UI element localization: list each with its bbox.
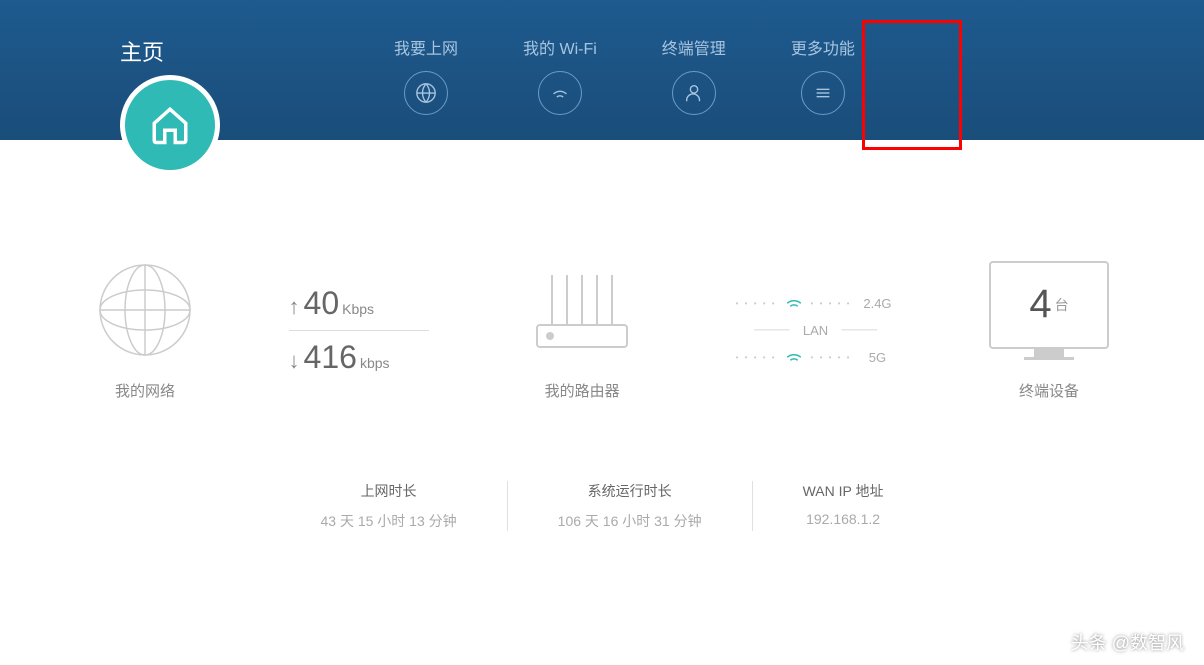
- nav-more-label: 更多功能: [791, 35, 855, 59]
- nav-home-label: 主页: [120, 35, 164, 67]
- device-count: 4: [1029, 282, 1051, 327]
- uptime-value: 43 天 15 小时 13 分钟: [320, 511, 456, 531]
- globe-icon: [404, 71, 448, 115]
- nav-more[interactable]: 更多功能: [791, 35, 855, 115]
- nav-devices[interactable]: 终端管理: [662, 35, 726, 115]
- wanip-title: WAN IP 地址: [803, 481, 884, 501]
- band-5g: • • • • • • • • • • 5G: [736, 350, 896, 365]
- watermark-text: 头条 @数智风: [1071, 629, 1184, 655]
- upload-value: 40: [304, 285, 340, 322]
- home-icon: [149, 104, 191, 146]
- band-24g: • • • • • • • • • • 2.4G: [736, 296, 896, 311]
- device-label: 终端设备: [1019, 380, 1079, 401]
- stat-uptime: 上网时长 43 天 15 小时 13 分钟: [270, 481, 506, 531]
- up-arrow-icon: ↑: [289, 294, 300, 320]
- nav-home[interactable]: 主页: [120, 35, 164, 82]
- user-icon: [672, 71, 716, 115]
- download-unit: kbps: [360, 355, 390, 371]
- highlight-annotation: [862, 20, 962, 150]
- home-icon-circle[interactable]: [120, 75, 220, 175]
- stats-bar: 上网时长 43 天 15 小时 13 分钟 系统运行时长 106 天 16 小时…: [95, 481, 1109, 531]
- stat-wanip: WAN IP 地址 192.168.1.2: [752, 481, 934, 531]
- network-globe-icon: [95, 260, 195, 360]
- wifi-signal-icon: [785, 351, 803, 365]
- uptime-title: 上网时长: [320, 481, 456, 501]
- monitor-icon: 4 台: [989, 261, 1109, 349]
- network-label: 我的网络: [115, 380, 175, 401]
- wifi-icon: [538, 71, 582, 115]
- download-value: 416: [304, 339, 357, 376]
- main-content: 我的网络 ↑ 40 Kbps ↓ 416 kbps 我的路: [0, 140, 1204, 665]
- nav-internet[interactable]: 我要上网: [394, 35, 458, 115]
- download-speed: ↓ 416 kbps: [289, 331, 429, 384]
- menu-icon: [801, 71, 845, 115]
- band-lan: ───── LAN ─────: [754, 323, 877, 338]
- nav-wifi-label: 我的 Wi-Fi: [523, 35, 597, 59]
- wanip-value: 192.168.1.2: [803, 511, 884, 527]
- nav-devices-label: 终端管理: [662, 35, 726, 59]
- runtime-value: 106 天 16 小时 31 分钟: [558, 511, 702, 531]
- router-label: 我的路由器: [545, 380, 620, 401]
- dashboard-cards: 我的网络 ↑ 40 Kbps ↓ 416 kbps 我的路: [95, 260, 1109, 401]
- stat-runtime: 系统运行时长 106 天 16 小时 31 分钟: [507, 481, 752, 531]
- bands-card[interactable]: • • • • • • • • • • 2.4G ───── LAN ─────…: [736, 296, 896, 365]
- device-unit: 台: [1055, 295, 1069, 315]
- wifi-signal-icon: [785, 297, 803, 311]
- down-arrow-icon: ↓: [289, 348, 300, 374]
- network-card[interactable]: 我的网络: [95, 260, 195, 401]
- nav-internet-label: 我要上网: [394, 35, 458, 59]
- device-card[interactable]: 4 台 终端设备: [989, 261, 1109, 401]
- router-icon: [522, 260, 642, 360]
- speed-card[interactable]: ↑ 40 Kbps ↓ 416 kbps: [289, 277, 429, 384]
- router-card[interactable]: 我的路由器: [522, 260, 642, 401]
- upload-speed: ↑ 40 Kbps: [289, 277, 429, 331]
- runtime-title: 系统运行时长: [558, 481, 702, 501]
- nav-wifi[interactable]: 我的 Wi-Fi: [523, 35, 597, 115]
- upload-unit: Kbps: [342, 301, 374, 317]
- header-nav: 主页 我要上网 我的 Wi-Fi 终端管理 更多功能: [0, 0, 1204, 140]
